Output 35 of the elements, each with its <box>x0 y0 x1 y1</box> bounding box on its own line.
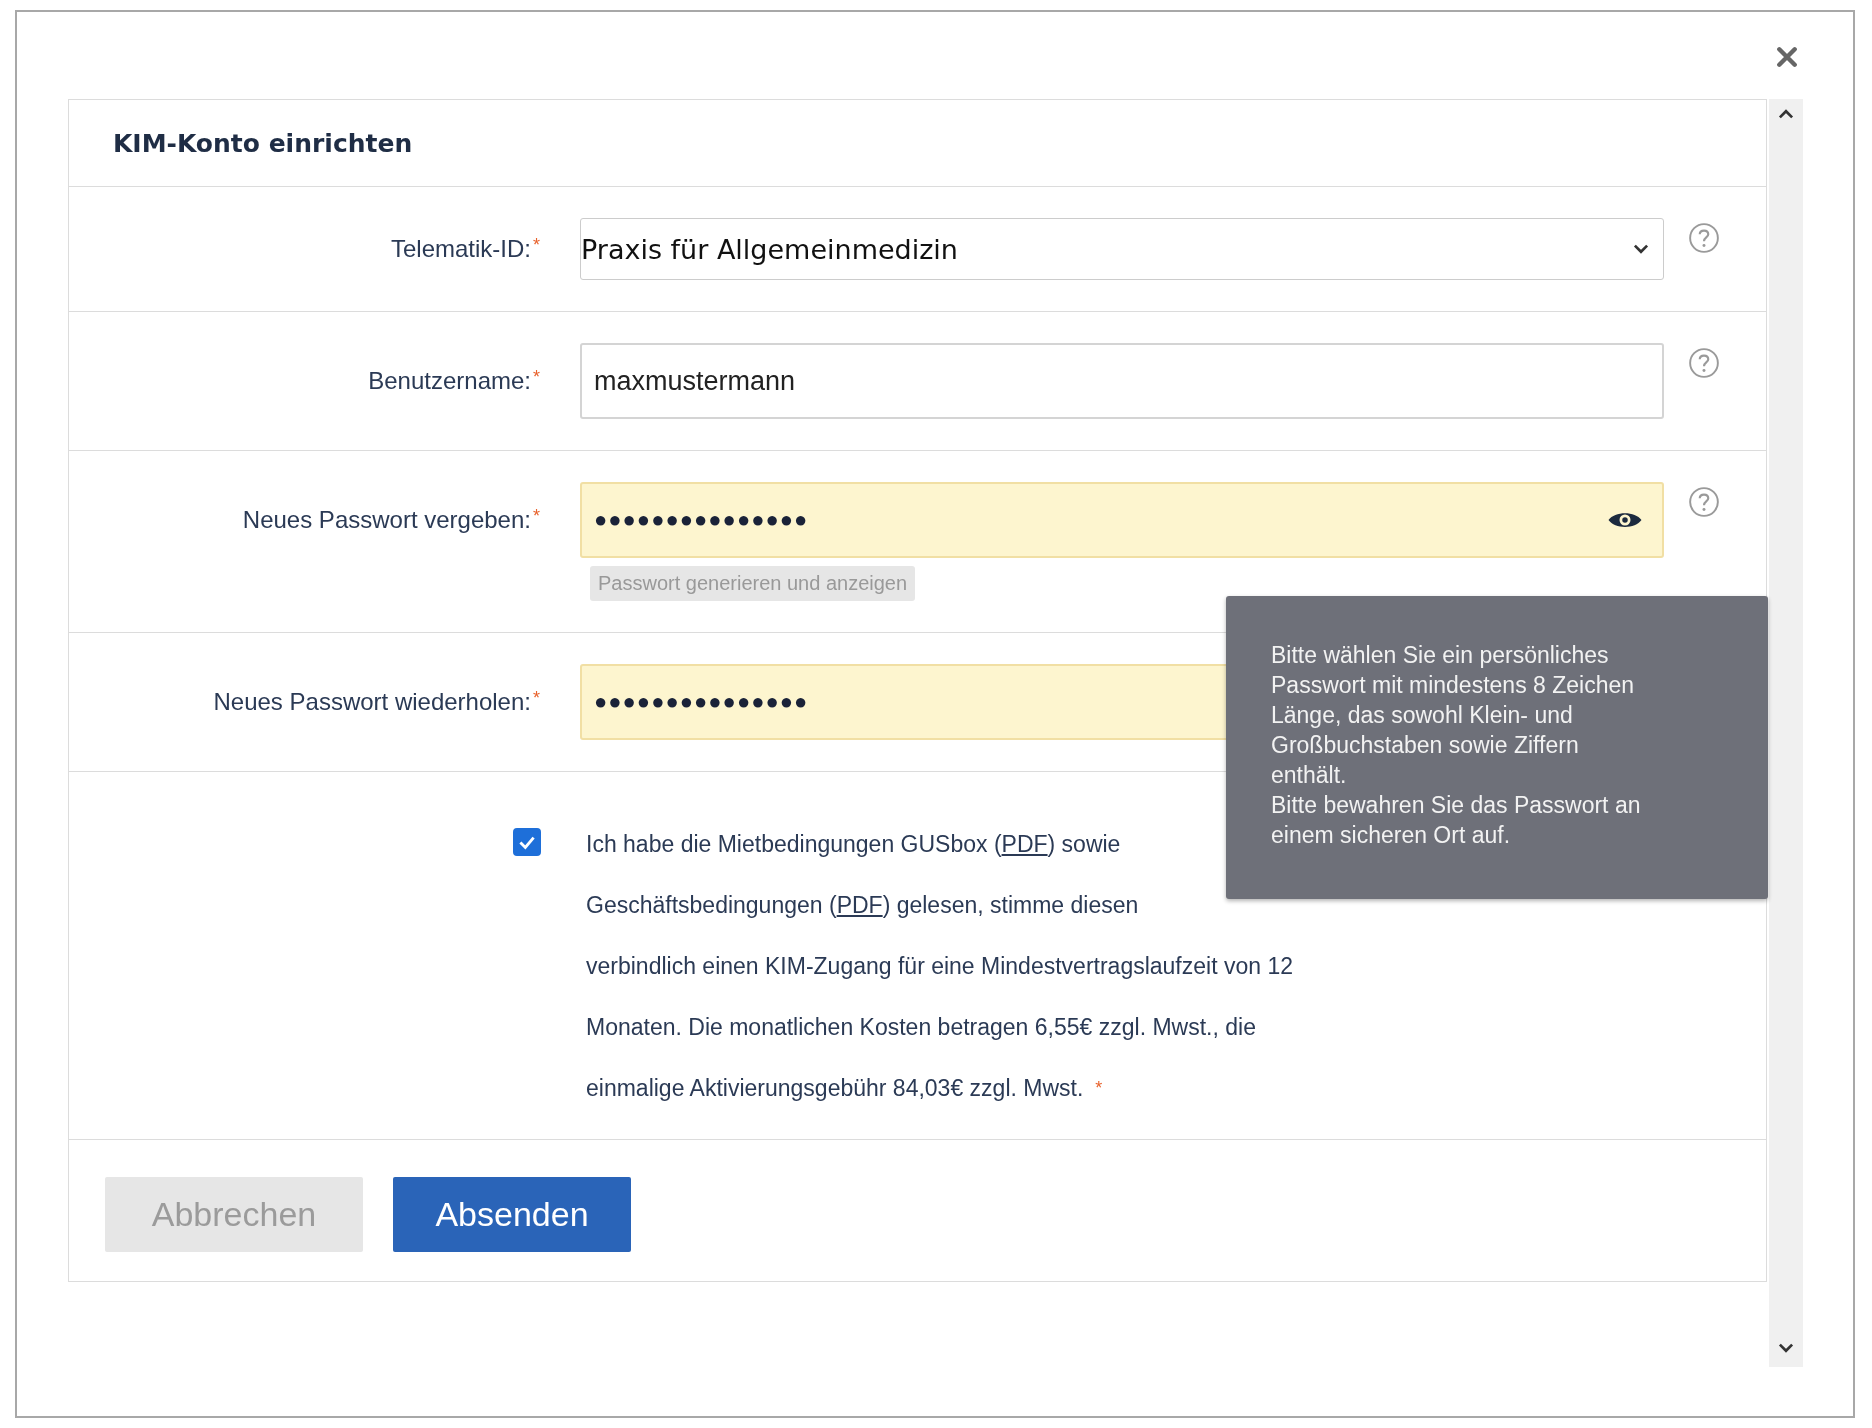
submit-button[interactable]: Absenden <box>393 1177 631 1252</box>
pdf-link[interactable]: PDF <box>836 892 883 918</box>
required-mark: * <box>533 367 540 388</box>
required-mark: * <box>533 506 540 527</box>
consent-text: einmalige Aktivierungsgebühr 84,03€ zzgl. Mwst. <box>586 1075 1084 1102</box>
required-mark: * <box>1095 1078 1103 1099</box>
field-label: Neues Passwort wiederholen: <box>213 688 531 716</box>
required-mark: * <box>533 235 540 256</box>
username-field[interactable]: maxmustermann <box>580 343 1664 419</box>
tooltip-text: Länge, das sowohl Klein- und <box>1271 701 1574 730</box>
help-icon[interactable] <box>1688 486 1720 518</box>
telematik-select[interactable]: Praxis für Allgemeinmedizin <box>580 218 1664 280</box>
consent-text: Ich habe die Mietbedingungen GUSbox (PDF) sowie <box>586 831 1121 858</box>
field-label: Telematik-ID: <box>390 235 531 263</box>
password-field[interactable]: ●●●●●●●●●●●●●●● <box>580 482 1664 558</box>
close-icon[interactable] <box>1776 46 1798 68</box>
required-mark: * <box>533 688 540 709</box>
pdf-link[interactable]: PDF <box>1001 831 1048 857</box>
help-icon[interactable] <box>1688 347 1720 379</box>
help-icon[interactable] <box>1688 222 1720 254</box>
chevron-down-icon <box>1633 244 1649 254</box>
scroll-up-icon[interactable] <box>1778 109 1794 119</box>
dialog-title: KIM-Konto einrichten <box>113 128 413 158</box>
consent-checkbox[interactable] <box>513 828 541 856</box>
tooltip-text: enthält. <box>1271 761 1348 790</box>
tooltip-text: einem sicheren Ort auf. <box>1271 821 1512 850</box>
scroll-down-icon[interactable] <box>1778 1343 1794 1353</box>
scrollbar[interactable] <box>1769 99 1803 1367</box>
consent-text: Monaten. Die monatlichen Kosten betragen 6,55€ zzgl. Mwst., die <box>586 1014 1256 1041</box>
consent-text: Geschäftsbedingungen (PDF) gelesen, stimme diesen <box>586 892 1139 919</box>
field-label: Neues Passwort vergeben: <box>242 506 531 534</box>
field-label: Benutzername: <box>368 367 531 395</box>
tooltip-text: Passwort mit mindestens 8 Zeichen <box>1271 671 1636 700</box>
tooltip-text: Bitte bewahren Sie das Passwort an <box>1271 791 1642 820</box>
consent-text: verbindlich einen KIM-Zugang für eine Mindestvertragslaufzeit von 12 <box>586 953 1293 980</box>
